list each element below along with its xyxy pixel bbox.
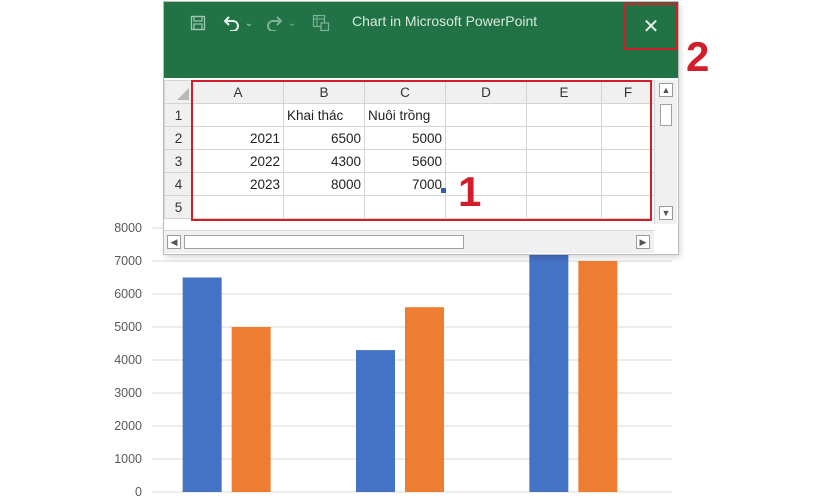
vertical-scroll-thumb[interactable] [660, 104, 672, 126]
callout-number-2: 2 [686, 33, 710, 80]
y-tick-label: 7000 [114, 254, 142, 268]
bar-series-2-2021 [231, 327, 271, 492]
redo-icon[interactable] [264, 12, 286, 34]
y-axis-tick-labels: 0 1000 2000 3000 4000 5000 6000 7000 8000 [114, 221, 142, 499]
scroll-down-arrow-icon[interactable]: ▼ [659, 206, 673, 220]
scroll-up-arrow-icon[interactable]: ▲ [659, 83, 673, 97]
scroll-left-arrow-icon[interactable]: ◀ [167, 235, 181, 249]
horizontal-scroll-thumb[interactable] [184, 235, 464, 249]
bar-series-2-2023 [578, 261, 618, 492]
bar-series-1-2021 [182, 277, 222, 492]
row-header[interactable]: 1 [164, 103, 193, 127]
callout-number-1: 1 [458, 168, 482, 215]
y-tick-label: 1000 [114, 452, 142, 466]
vertical-scrollbar[interactable]: ▲ ▼ [654, 80, 677, 224]
y-tick-label: 8000 [114, 221, 142, 235]
close-button-highlight [623, 3, 678, 50]
redo-dropdown-icon[interactable]: ⌄ [287, 12, 297, 34]
y-tick-label: 0 [135, 485, 142, 499]
row-header[interactable]: 3 [164, 149, 193, 173]
bar-series-1-2022 [356, 350, 395, 492]
window-title: Chart in Microsoft PowerPoint [352, 13, 538, 29]
row-header[interactable]: 5 [164, 195, 193, 219]
y-tick-label: 5000 [114, 320, 142, 334]
undo-icon[interactable] [220, 12, 242, 34]
row-header[interactable]: 2 [164, 126, 193, 150]
select-all-corner[interactable] [164, 80, 193, 104]
bar-series-1-2023 [529, 228, 569, 492]
edit-data-in-excel-icon[interactable] [310, 12, 332, 34]
save-icon[interactable] [188, 12, 208, 34]
bar-series-2-2022 [405, 307, 444, 492]
y-tick-label: 2000 [114, 419, 142, 433]
horizontal-scrollbar[interactable]: ◀ ▶ [164, 230, 654, 253]
y-tick-label: 4000 [114, 353, 142, 367]
title-bar: ⌄ ⌄ Chart in Microsoft PowerPoint ✕ [164, 2, 678, 78]
row-header[interactable]: 4 [164, 172, 193, 196]
y-tick-label: 3000 [114, 386, 142, 400]
y-tick-label: 6000 [114, 287, 142, 301]
undo-dropdown-icon[interactable]: ⌄ [244, 12, 254, 34]
scroll-right-arrow-icon[interactable]: ▶ [636, 235, 650, 249]
data-range-highlight [191, 80, 652, 221]
